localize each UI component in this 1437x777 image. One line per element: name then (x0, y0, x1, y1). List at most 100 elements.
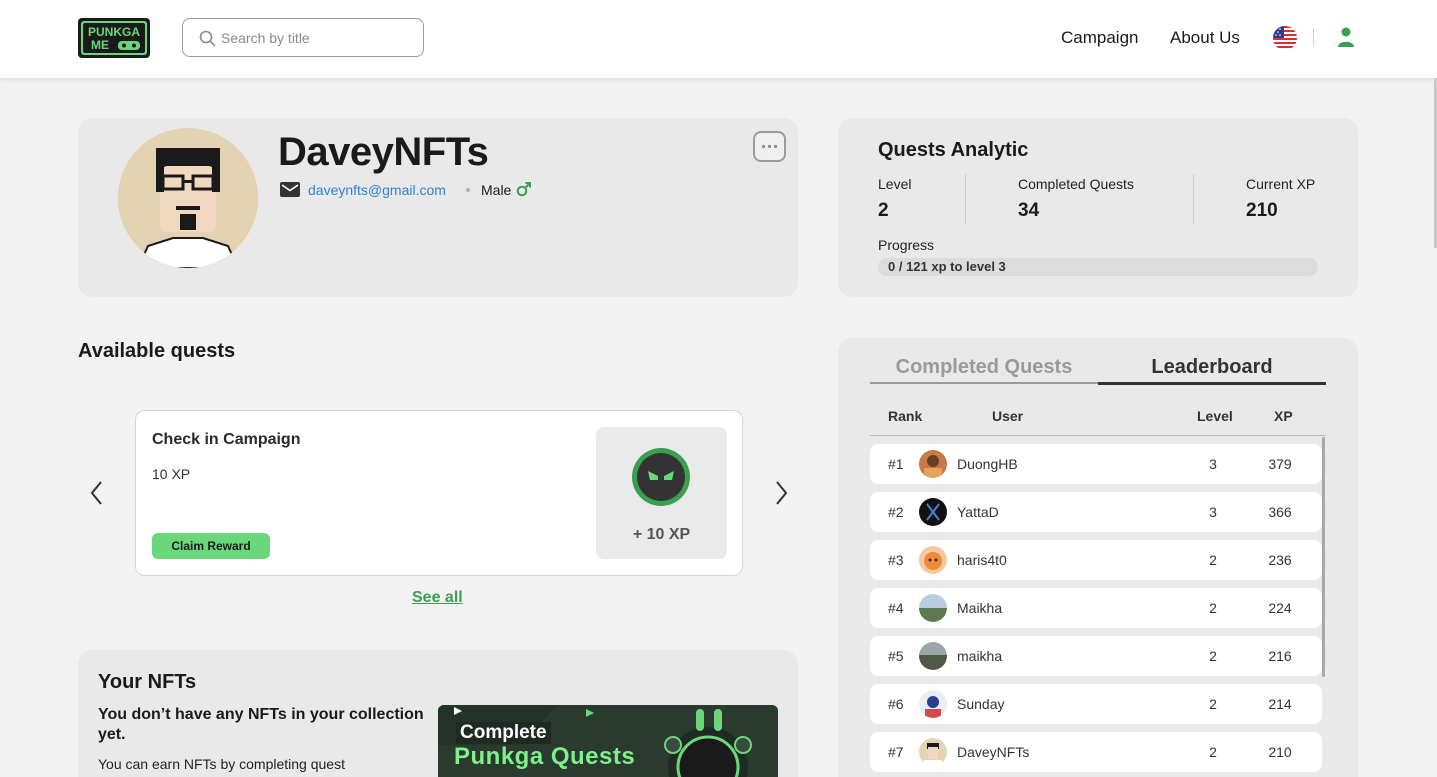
banner-line1: Complete (456, 722, 551, 744)
row-xp: 379 (1268, 456, 1292, 472)
nav-campaign[interactable]: Campaign (1061, 28, 1139, 48)
row-level: 2 (1209, 552, 1217, 568)
row-rank: #5 (888, 648, 904, 664)
column-rank: Rank (888, 408, 923, 424)
nfts-empty-message: You don’t have any NFTs in your collecti… (98, 706, 424, 743)
quest-reward-box: + 10 XP (596, 427, 727, 559)
banner-line2: Punkga Quests (454, 743, 636, 770)
svg-text:ME: ME (91, 38, 109, 52)
tab-leaderboard[interactable]: Leaderboard (1098, 356, 1326, 379)
level-label: Level (878, 176, 912, 192)
quest-title: Check in Campaign (152, 431, 301, 448)
row-xp: 224 (1268, 600, 1292, 616)
more-options-button[interactable] (753, 131, 786, 162)
nfts-card: Your NFTs You don’t have any NFTs in you… (78, 650, 798, 777)
row-rank: #2 (888, 504, 904, 520)
claim-reward-button[interactable]: Claim Reward (152, 533, 270, 559)
tab-underline-active (1098, 382, 1326, 385)
row-level: 2 (1209, 744, 1217, 760)
row-level: 2 (1209, 600, 1217, 616)
row-level: 3 (1209, 456, 1217, 472)
current-xp-value: 210 (1246, 200, 1278, 221)
separator-dot (466, 188, 470, 192)
stat-divider (1193, 174, 1194, 224)
row-rank: #3 (888, 552, 904, 568)
table-row[interactable]: #4 Maikha 2 224 (870, 588, 1322, 628)
row-username: Sunday (957, 696, 1005, 712)
row-username: haris4t0 (957, 552, 1007, 568)
row-xp: 210 (1268, 744, 1292, 760)
completed-quests-value: 34 (1018, 200, 1040, 221)
profile-card: DaveyNFTs daveynfts@gmail.com Male (78, 118, 798, 297)
table-row[interactable]: #2 YattaD 3 366 (870, 492, 1322, 532)
available-quests-title: Available quests (78, 340, 236, 362)
user-avatar (919, 450, 947, 478)
row-username: YattaD (957, 504, 999, 520)
chevron-left-icon[interactable] (88, 478, 106, 508)
leaderboard-scrollbar[interactable] (1322, 437, 1325, 677)
table-row[interactable]: #5 maikha 2 216 (870, 636, 1322, 676)
leaderboard-card: Completed Quests Leaderboard Rank User L… (838, 338, 1358, 777)
row-xp: 214 (1268, 696, 1292, 712)
user-icon[interactable] (1337, 26, 1355, 48)
svg-text:PUNKGA: PUNKGA (88, 25, 140, 39)
row-xp: 366 (1268, 504, 1292, 520)
stat-divider (965, 174, 966, 224)
see-all-link[interactable]: See all (412, 589, 463, 607)
row-level: 3 (1209, 504, 1217, 520)
row-xp: 216 (1268, 648, 1292, 664)
table-row[interactable]: #7 DaveyNFTs 2 210 (870, 732, 1322, 772)
table-row[interactable]: #3 haris4t0 2 236 (870, 540, 1322, 580)
completed-quests-label: Completed Quests (1018, 176, 1134, 192)
search-input[interactable] (221, 27, 416, 49)
profile-email[interactable]: daveynfts@gmail.com (308, 182, 446, 198)
quest-card[interactable]: Check in Campaign 10 XP Claim Reward + 1… (135, 410, 743, 576)
current-xp-label: Current XP (1246, 176, 1316, 192)
row-level: 2 (1209, 696, 1217, 712)
nfts-title: Your NFTs (98, 671, 197, 693)
profile-avatar (118, 128, 258, 268)
column-user: User (992, 408, 1024, 424)
level-value: 2 (878, 200, 889, 221)
column-xp: XP (1274, 408, 1293, 424)
table-row[interactable]: #1 DuongHB 3 379 (870, 444, 1322, 484)
tab-underline-inactive (870, 382, 1098, 384)
user-avatar (919, 690, 947, 718)
quest-reward-xp: + 10 XP (632, 526, 691, 543)
table-row[interactable]: #6 Sunday 2 214 (870, 684, 1322, 724)
row-xp: 236 (1268, 552, 1292, 568)
search-box[interactable] (182, 18, 424, 57)
punkga-quests-banner[interactable]: Complete Punkga Quests (438, 705, 778, 777)
profile-gender: Male (481, 182, 512, 198)
row-username: DaveyNFTs (957, 744, 1030, 760)
quests-analytic-card: Quests Analytic Level 2 Completed Quests… (838, 118, 1358, 297)
user-avatar (919, 642, 947, 670)
row-level: 2 (1209, 648, 1217, 664)
search-icon (199, 30, 216, 47)
punk-face-icon (632, 448, 690, 506)
user-avatar (919, 546, 947, 574)
user-avatar (919, 498, 947, 526)
nav-about-us[interactable]: About Us (1170, 28, 1240, 48)
header-rule (870, 435, 1326, 436)
user-avatar (919, 594, 947, 622)
tab-completed-quests[interactable]: Completed Quests (870, 356, 1098, 379)
row-username: Maikha (957, 600, 1003, 616)
top-header: PUNKGA ME Campaign About Us (0, 0, 1437, 78)
row-username: maikha (957, 648, 1003, 664)
profile-username: DaveyNFTs (278, 130, 489, 174)
chevron-right-icon[interactable] (772, 478, 790, 508)
progress-text: 0 / 121 xp to level 3 (888, 259, 1006, 274)
us-flag-icon[interactable] (1273, 26, 1297, 50)
row-username: DuongHB (957, 456, 1018, 472)
progress-label: Progress (878, 237, 935, 253)
quest-xp: 10 XP (152, 466, 191, 482)
male-icon (516, 182, 531, 197)
row-rank: #7 (888, 744, 904, 760)
row-rank: #6 (888, 696, 904, 712)
nav-divider (1313, 28, 1314, 46)
mail-icon (280, 182, 300, 197)
punkga-logo[interactable]: PUNKGA ME (78, 16, 152, 60)
user-avatar (919, 738, 947, 766)
nfts-hint: You can earn NFTs by completing quest (98, 756, 345, 772)
